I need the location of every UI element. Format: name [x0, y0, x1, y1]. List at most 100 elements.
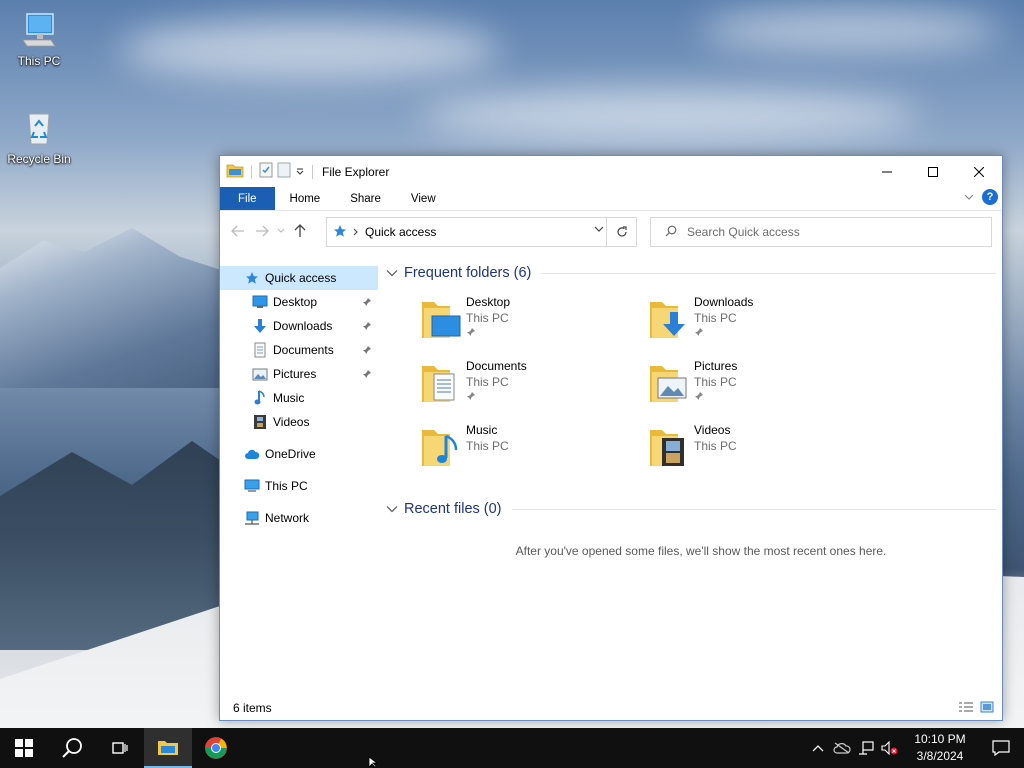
folder-name: Pictures [694, 359, 738, 373]
up-button[interactable] [288, 219, 312, 243]
search-icon [665, 225, 677, 240]
explorer-body: Quick access Desktop Downloads Documents… [220, 260, 1002, 698]
folder-location: This PC [466, 375, 509, 389]
taskbar: 10:10 PM 3/8/2024 [0, 728, 1024, 768]
clock[interactable]: 10:10 PM 3/8/2024 [902, 731, 978, 765]
forward-button[interactable] [250, 219, 274, 243]
window-controls [864, 156, 1002, 187]
folder-location: This PC [694, 439, 737, 453]
tab-share[interactable]: Share [335, 187, 396, 210]
pin-icon[interactable] [362, 296, 372, 310]
pictures-folder-icon [648, 358, 692, 406]
maximize-button[interactable] [910, 156, 956, 187]
refresh-button[interactable] [606, 218, 636, 246]
taskbar-file-explorer[interactable] [144, 728, 192, 768]
folder-tile-pictures[interactable]: Pictures This PC [648, 358, 876, 410]
large-icons-view-icon[interactable] [980, 701, 994, 716]
status-bar: 6 items [220, 696, 1002, 720]
properties-icon[interactable] [259, 162, 273, 181]
network-icon [859, 741, 874, 755]
chevron-down-icon[interactable] [295, 165, 305, 179]
nav-item-documents[interactable]: Documents [220, 338, 378, 362]
back-button[interactable] [226, 219, 250, 243]
documents-folder-icon [420, 358, 464, 406]
breadcrumb-location[interactable]: Quick access [365, 225, 436, 239]
start-button[interactable] [0, 728, 48, 768]
tab-view[interactable]: View [396, 187, 451, 210]
show-hidden-icons-button[interactable] [806, 728, 830, 768]
folder-icon [226, 162, 244, 181]
windows-logo-icon [15, 739, 33, 757]
nav-item-this-pc[interactable]: This PC [220, 474, 378, 498]
search-button[interactable] [48, 728, 96, 768]
expand-ribbon-icon[interactable] [964, 190, 974, 204]
folder-tile-documents[interactable]: Documents This PC [420, 358, 648, 410]
folder-tile-music[interactable]: Music This PC [420, 422, 648, 474]
task-view-button[interactable] [96, 728, 144, 768]
desktop-icon-recycle-bin[interactable]: Recycle Bin [4, 108, 74, 166]
desktop-folder-icon [420, 294, 464, 342]
pin-icon[interactable] [362, 320, 372, 334]
file-explorer-icon [158, 741, 178, 755]
nav-item-label: Music [273, 391, 305, 405]
taskbar-chrome[interactable] [192, 728, 240, 768]
nav-item-quick-access[interactable]: Quick access [220, 266, 378, 290]
pin-icon [694, 326, 753, 340]
film-strip-icon [252, 414, 268, 430]
close-button[interactable] [956, 156, 1002, 187]
nav-item-label: Documents [273, 343, 334, 357]
folder-meta: Documents This PC [466, 358, 527, 410]
picture-icon [252, 366, 268, 382]
tab-home[interactable]: Home [275, 187, 336, 210]
desktop-icon-this-pc[interactable]: This PC [4, 10, 74, 68]
content-pane: Frequent folders (6) Desktop This PC Dow… [378, 260, 1002, 698]
details-view-icon[interactable] [958, 701, 974, 716]
tab-file[interactable]: File [220, 187, 275, 210]
network-tray-icon[interactable] [854, 728, 878, 768]
nav-item-pictures[interactable]: Pictures [220, 362, 378, 386]
wallpaper-cloud [120, 20, 500, 80]
folder-tile-desktop[interactable]: Desktop This PC [420, 294, 648, 346]
group-title: Frequent folders (6) [404, 265, 532, 281]
nav-item-videos[interactable]: Videos [220, 410, 378, 434]
recycle-bin-icon [19, 108, 59, 148]
search-box[interactable] [650, 217, 992, 247]
nav-item-desktop[interactable]: Desktop [220, 290, 378, 314]
computer-icon [244, 478, 260, 494]
title-bar[interactable]: File Explorer [220, 156, 1002, 187]
volume-tray-icon[interactable] [878, 728, 902, 768]
address-row: Quick access [220, 211, 1002, 251]
computer-icon [19, 10, 59, 50]
nav-item-downloads[interactable]: Downloads [220, 314, 378, 338]
notification-center-button[interactable] [978, 728, 1024, 768]
mouse-cursor-icon [368, 756, 379, 768]
new-folder-icon[interactable] [277, 162, 291, 181]
nav-item-music[interactable]: Music [220, 386, 378, 410]
recent-files-header[interactable]: Recent files (0) [386, 496, 996, 522]
nav-item-onedrive[interactable]: OneDrive [220, 442, 378, 466]
minimize-button[interactable] [864, 156, 910, 187]
chevron-up-icon [812, 745, 824, 752]
pin-icon[interactable] [362, 368, 372, 382]
cloud-offline-icon [833, 742, 851, 754]
folder-name: Videos [694, 423, 731, 437]
folder-meta: Videos This PC [694, 422, 737, 474]
address-bar[interactable]: Quick access [326, 217, 637, 247]
search-input[interactable] [687, 225, 967, 239]
folder-name: Desktop [466, 295, 511, 309]
recent-locations-button[interactable] [274, 219, 288, 243]
folder-tile-downloads[interactable]: Downloads This PC [648, 294, 876, 346]
address-dropdown-icon[interactable] [594, 225, 604, 236]
folder-tile-videos[interactable]: Videos This PC [648, 422, 876, 474]
breadcrumb-separator-icon [353, 225, 359, 239]
nav-item-label: Downloads [273, 319, 333, 333]
frequent-folders-header[interactable]: Frequent folders (6) [386, 260, 996, 286]
view-toggles [958, 701, 994, 716]
pin-icon[interactable] [362, 344, 372, 358]
nav-item-network[interactable]: Network [220, 506, 378, 530]
onedrive-tray-icon[interactable] [830, 728, 854, 768]
help-icon[interactable]: ? [982, 189, 998, 205]
recent-files-empty-message: After you've opened some files, we'll sh… [515, 544, 887, 558]
